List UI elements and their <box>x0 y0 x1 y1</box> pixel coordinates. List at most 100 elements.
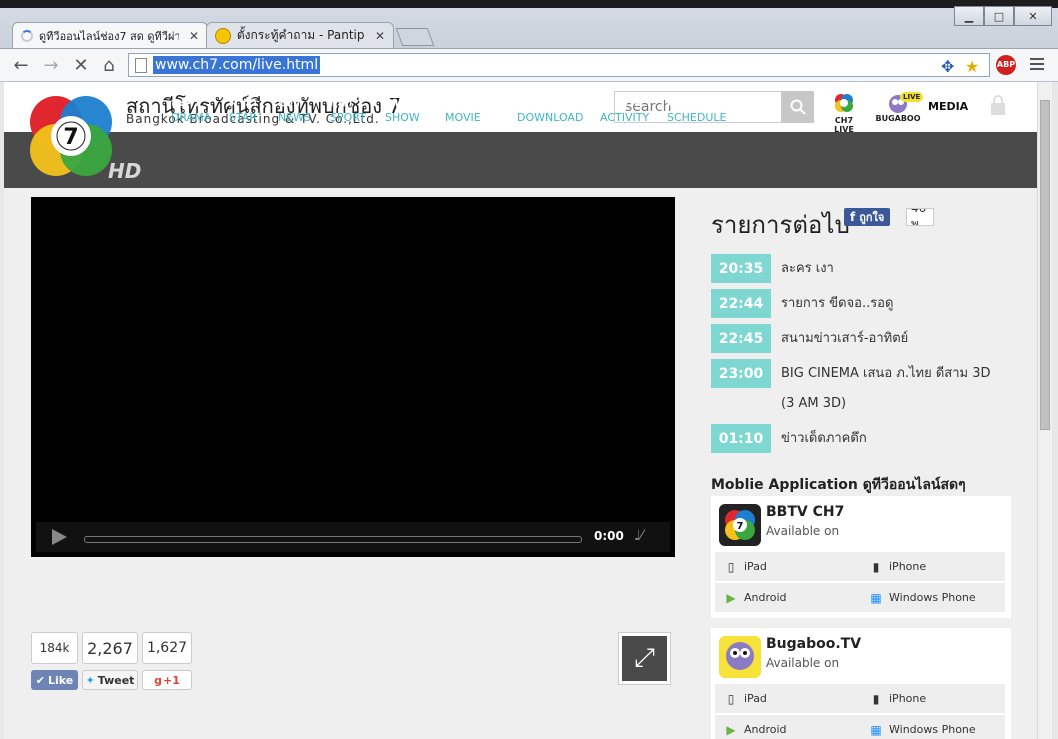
nav-label-th: กีฬา <box>330 95 353 109</box>
forward-arrow-icon[interactable]: → <box>40 55 62 77</box>
platform-windows-phone[interactable]: ▦ Windows Phone <box>860 583 1005 612</box>
tab-title: ตั้งกระทู้คำถาม - Pantip <box>236 28 365 42</box>
nav-item-show[interactable]: รายการ SHOW <box>385 94 426 126</box>
platform-ipad[interactable]: ▯ iPad <box>715 552 860 581</box>
chrome-menu-icon[interactable] <box>1030 58 1044 73</box>
window-controls: ▁ □ ✕ <box>954 6 1052 26</box>
platform-label: Windows Phone <box>889 591 976 604</box>
url-text[interactable]: www.ch7.com/live.html <box>153 56 321 74</box>
new-tab-button[interactable] <box>395 28 435 46</box>
platform-label: iPad <box>744 692 767 705</box>
tab-ch7-live[interactable]: ดูทีวีออนไลน์ช่อง7 สด ดูทีวีผ่านเ ✕ <box>12 22 208 48</box>
bugaboo-app-link[interactable]: LIVE BUGABOO <box>874 92 924 123</box>
media-label: MEDIA <box>928 100 969 113</box>
ch7-logo[interactable]: 7 HD <box>22 88 142 188</box>
svg-text:7: 7 <box>737 521 744 532</box>
search-icon <box>790 99 806 115</box>
bookmark-star-icon[interactable]: ★ <box>965 57 979 76</box>
search-button[interactable] <box>781 91 814 123</box>
nav-label-th: ภาพยนตร์ <box>445 95 498 109</box>
nav-item-activity[interactable]: กิจกรรม ACTIVITY <box>600 94 649 126</box>
nav-label-en: SHOW <box>385 111 420 124</box>
page-content: 7 HD สถานีโทรทัศน์สีกองทัพบกช่อง 7 Bangk… <box>4 82 1052 739</box>
nav-label-en: STAR <box>229 111 258 124</box>
tab-pantip[interactable]: ตั้งกระทู้คำถาม - Pantip ✕ <box>206 22 394 48</box>
platform-label: iPhone <box>889 560 927 573</box>
nav-label-en: ACTIVITY <box>600 111 650 124</box>
nav-label-th: ข่าว <box>278 95 300 109</box>
facebook-like-page-button[interactable]: f ถูกใจ <box>844 208 891 226</box>
platform-ipad[interactable]: ▯ iPad <box>715 684 860 713</box>
seek-bar[interactable] <box>84 536 582 543</box>
facebook-icon: f <box>850 210 856 224</box>
nav-item-sport[interactable]: กีฬา SPORT <box>330 94 366 126</box>
tab-close-icon[interactable]: ✕ <box>375 29 385 43</box>
nav-item-schedule[interactable]: ผังรายการ SCHEDULE <box>667 94 727 126</box>
tab-close-icon[interactable]: ✕ <box>189 29 199 43</box>
schedule-row: 20:35 ละคร เงา <box>711 254 1001 284</box>
bbtv-ch7-logo[interactable]: 7 <box>719 504 761 546</box>
scrollbar-thumb[interactable] <box>1040 100 1050 430</box>
windows-icon: ▦ <box>870 722 882 737</box>
nav-item-movie[interactable]: ภาพยนตร์ MOVIE <box>445 94 497 126</box>
gplus-button[interactable]: g +1 <box>142 670 192 690</box>
nav-label-th: รายการ <box>385 95 426 109</box>
facebook-like-widget: 184k ✔ Like <box>31 632 78 690</box>
extension-satellite-icon[interactable]: ✥ <box>941 57 954 76</box>
fb-like-count: 46 พ <box>906 208 934 226</box>
like-count: 184k <box>31 632 78 664</box>
mobile-apps-heading: Moblie Application ดูทีวีออนไลน์สดๆ <box>711 477 966 493</box>
player-controls: 0:00 ♩⁄ <box>36 522 670 552</box>
page-icon <box>135 58 147 73</box>
tweet-widget: 2,267 ✦ Tweet <box>82 632 138 690</box>
schedule-row: 22:45 สนามข่าวเสาร์-อาทิตย์ <box>711 324 1001 354</box>
nav-label-th: ผังรายการ <box>667 95 721 109</box>
loading-spinner-icon <box>21 29 33 42</box>
platform-iphone[interactable]: ▮ iPhone <box>860 684 1005 713</box>
minimize-button[interactable]: ▁ <box>954 6 984 26</box>
ch7-live-app-link[interactable]: CH7 LIVE <box>824 92 864 134</box>
play-icon[interactable] <box>52 529 67 545</box>
like-button[interactable]: ✔ Like <box>31 670 78 690</box>
nav-label-en: DOWNLOAD <box>517 111 584 124</box>
app-name[interactable]: Bugaboo.TV <box>766 636 861 652</box>
phone-icon: ▮ <box>872 559 880 574</box>
back-arrow-icon[interactable]: ← <box>10 55 32 77</box>
schedule-time: 01:10 <box>711 424 771 453</box>
phone-icon: ▮ <box>872 691 880 706</box>
platform-windows-phone[interactable]: ▦ Windows Phone <box>860 715 1005 739</box>
tablet-icon: ▯ <box>727 691 735 706</box>
adblock-plus-icon[interactable]: ABP <box>996 55 1016 75</box>
tweet-button[interactable]: ✦ Tweet <box>82 670 138 690</box>
video-player[interactable]: 0:00 ♩⁄ <box>31 197 675 557</box>
live-badge: LIVE <box>900 92 924 102</box>
media-studio-link[interactable]: MEDIA <box>928 100 968 113</box>
nav-item-download[interactable]: ดาวน์โหลด DOWNLOAD <box>517 94 583 126</box>
platform-android[interactable]: ▶ Android <box>715 715 860 739</box>
page-scrollbar[interactable] <box>1037 82 1052 739</box>
main-nav <box>4 132 1038 188</box>
app-name[interactable]: BBTV CH7 <box>766 504 844 520</box>
logo-hd: HD <box>108 159 141 183</box>
nav-item-star[interactable]: ดารา STAR <box>229 94 257 126</box>
close-window-button[interactable]: ✕ <box>1014 6 1052 26</box>
fb-like-label: ถูกใจ <box>859 211 885 224</box>
nav-item-drama[interactable]: ละคร DRAMA <box>171 94 211 126</box>
maximize-button[interactable]: □ <box>984 6 1014 26</box>
gplus-icon: g <box>154 673 162 687</box>
address-bar[interactable]: www.ch7.com/live.html ✥ ★ <box>128 53 990 77</box>
home-icon[interactable]: ⌂ <box>98 55 120 77</box>
stop-icon[interactable]: ✕ <box>70 55 92 77</box>
platform-iphone[interactable]: ▮ iPhone <box>860 552 1005 581</box>
gplus-widget: 1,627 g +1 <box>142 632 192 690</box>
volume-muted-icon[interactable]: ♩⁄ <box>634 528 643 544</box>
bugaboo-tv-logo[interactable] <box>719 636 761 678</box>
platform-label: iPhone <box>889 692 927 705</box>
google-play-icon: ▶ <box>726 722 736 737</box>
fullscreen-button[interactable]: ⤢ <box>618 632 671 685</box>
app-card-bbtv: 7 BBTV CH7 Available on ▯ iPad ▮ iPhone ▶ A… <box>711 496 1011 618</box>
schedule-program: สนามข่าวเสาร์-อาทิตย์ <box>781 331 909 346</box>
nav-item-news[interactable]: ข่าว NEWS <box>278 94 311 126</box>
platform-android[interactable]: ▶ Android <box>715 583 860 612</box>
lock-icon[interactable] <box>988 94 1008 118</box>
